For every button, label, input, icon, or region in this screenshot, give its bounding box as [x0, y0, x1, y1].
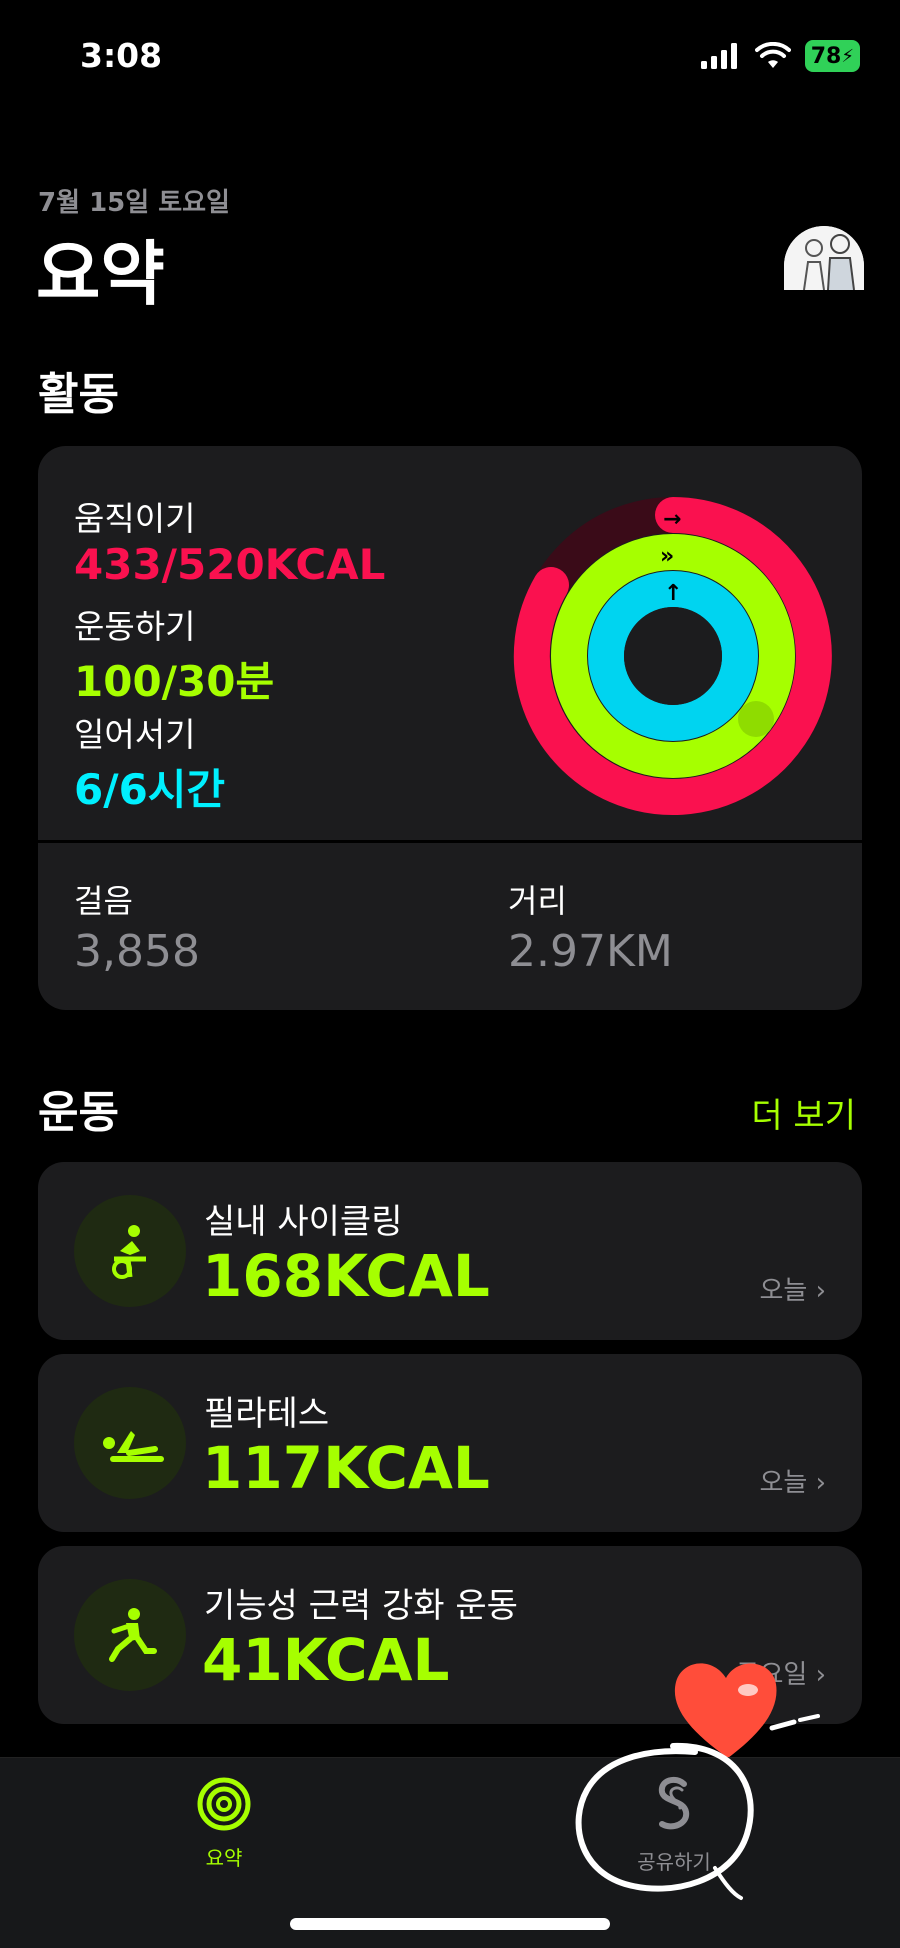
battery-icon: 78 ⚡: [804, 40, 860, 72]
tab-summary-label: 요약: [205, 1846, 243, 1870]
strength-icon: [74, 1579, 186, 1691]
status-bar: 3:08 78 ⚡: [0, 0, 900, 110]
distance-label: 거리: [508, 882, 567, 920]
steps-label: 걸음: [74, 882, 133, 920]
summary-rings-icon: [197, 1777, 251, 1831]
drawn-circle-annotation: [575, 1742, 754, 1900]
card-divider: [38, 840, 862, 843]
workout-name: 기능성 근력 강화 운동: [204, 1586, 518, 1626]
workout-date: 오늘 ›: [759, 1276, 826, 1306]
stand-value: 6/6시간: [74, 765, 226, 814]
workout-card-cycling[interactable]: 실내 사이클링 168KCAL 오늘 ›: [38, 1162, 862, 1340]
wifi-icon: [754, 42, 791, 68]
exercise-value: 100/30분: [74, 657, 275, 706]
move-arrow-icon: →: [663, 507, 681, 532]
page-title: 요약: [36, 233, 165, 315]
workout-card-pilates[interactable]: 필라테스 117KCAL 오늘 ›: [38, 1354, 862, 1532]
avatar-illustration-icon: [784, 226, 864, 290]
workout-kcal: 41KCAL: [202, 1626, 450, 1694]
stand-arrow-icon: ↑: [664, 581, 682, 606]
workout-date: 오늘 ›: [759, 1468, 826, 1498]
distance-value: 2.97KM: [508, 926, 673, 977]
exercise-arrow-icon: »: [660, 544, 674, 569]
move-value: 433/520KCAL: [74, 540, 386, 589]
workout-kcal: 117KCAL: [202, 1434, 490, 1502]
battery-level: 78: [810, 43, 842, 69]
header-date: 7월 15일 토요일: [38, 188, 230, 218]
activity-section-title: 활동: [38, 369, 119, 420]
activity-card[interactable]: 움직이기 433/520KCAL 운동하기 100/30분 일어서기 6/6시간…: [38, 446, 862, 1010]
tab-summary[interactable]: 요약: [124, 1776, 324, 1871]
status-time: 3:08: [80, 36, 163, 75]
workout-kcal: 168KCAL: [202, 1242, 490, 1310]
workout-name: 실내 사이클링: [204, 1202, 403, 1242]
workouts-section-title: 운동: [38, 1087, 119, 1138]
workout-name: 필라테스: [204, 1394, 330, 1434]
distance-stat: 거리 2.97KM: [508, 876, 673, 977]
charging-bolt-icon: ⚡: [841, 45, 854, 67]
see-more-link[interactable]: 더 보기: [751, 1088, 856, 1137]
move-label: 움직이기: [74, 499, 196, 538]
avatar[interactable]: [784, 226, 864, 290]
home-indicator[interactable]: [290, 1918, 610, 1930]
status-icons: 78 ⚡: [700, 40, 860, 72]
steps-stat: 걸음 3,858: [74, 876, 200, 977]
steps-value: 3,858: [74, 926, 200, 977]
activity-rings: → » ↑: [513, 497, 832, 815]
cycling-icon: [74, 1195, 186, 1307]
cellular-signal-icon: [700, 43, 737, 69]
pilates-icon: [74, 1387, 186, 1499]
exercise-label: 운동하기: [74, 607, 196, 646]
stand-label: 일어서기: [74, 715, 196, 754]
